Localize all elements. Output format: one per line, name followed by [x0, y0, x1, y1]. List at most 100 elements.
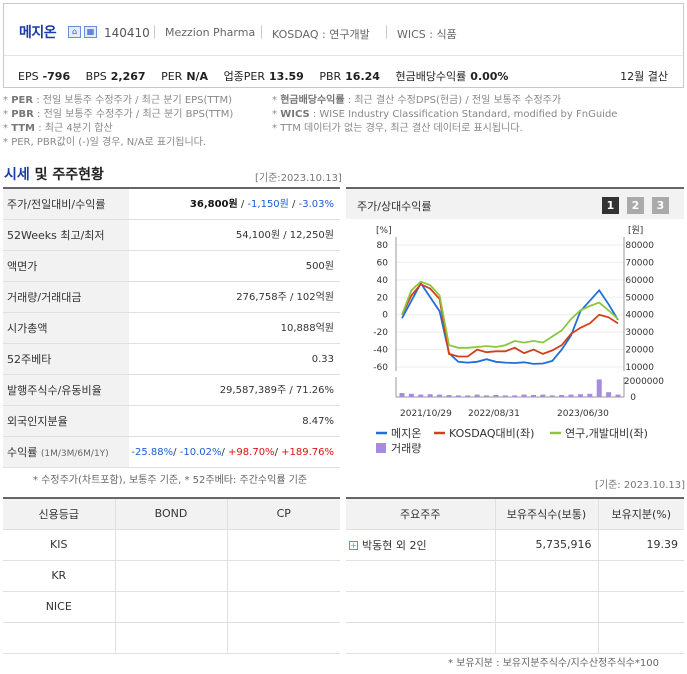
volume-bar [493, 395, 499, 397]
table-row: KR [3, 560, 340, 592]
table-row: 주가/전일대비/수익률 36,800원 / -1,150원 / -3.03% [3, 189, 340, 220]
notes-right: * 현금배당수익률 : 최근 결산 수정DPS(현금) / 전일 보통주 수정주… [272, 94, 617, 136]
per-label: PER [161, 70, 183, 83]
volume-bar [484, 395, 490, 397]
holders-footnote: * 보유지분 : 보유지분주식수/지수산정주식수*100 [448, 658, 659, 669]
bps-value: 2,267 [110, 70, 146, 83]
legend-label: KOSDAQ대비(좌) [449, 427, 534, 440]
current-price: 36,800원 [189, 199, 238, 210]
cp-cell [226, 591, 340, 623]
volume-bar [418, 394, 424, 397]
table-row [346, 560, 684, 592]
credit-rating-table: 신용등급 BOND CP KIS KR NICE [3, 497, 340, 654]
price-change-value: 36,800원 / -1,150원 / -3.03% [189, 199, 334, 210]
wics-info: WICS : 식품 [397, 28, 457, 41]
price-return-chart: [%] [원] 80 60 40 20 0 -20 -40 -60 80000 70000 60000 5… [373, 225, 664, 455]
row-value: 29,587,389주 / 71.26% [219, 385, 334, 396]
left-axis-unit: [%] [376, 226, 392, 236]
holder-shares: 5,735,916 [494, 529, 598, 561]
building-icon[interactable]: ▦ [84, 26, 97, 38]
series-line-price [401, 281, 619, 365]
note-line: * PER : 전일 보통주 수정주가 / 최근 분기 EPS(TTM) [3, 95, 232, 106]
note-text: : 전일 보통주 수정주가 / 최근 분기 EPS(TTM) [33, 95, 232, 106]
holder-name-cell[interactable]: + 박동현 외 2인 [346, 529, 495, 561]
row-value: 54,100원 / 12,250원 [235, 230, 334, 241]
note-key: PBR [11, 109, 34, 120]
per-value: N/A [186, 70, 209, 83]
note-line: * TTM 데이터가 없는 경우, 최근 결산 데이터로 표시됩니다. [272, 123, 523, 134]
empty-cell [597, 591, 684, 623]
chart-period-button-1[interactable]: 1 [602, 197, 619, 214]
table-header-row: 주요주주 보유주식수(보통) 보유지분(%) [346, 498, 684, 530]
row-label: 시가총액 [3, 313, 129, 343]
volume-bar [587, 393, 593, 397]
volume-tick-label: 0 [630, 393, 636, 403]
row-value: 0.33 [311, 354, 334, 365]
pbr-label: PBR [319, 70, 342, 83]
volume-bar [568, 394, 574, 397]
right-tick-label: 50000 [625, 293, 654, 303]
empty-cell [494, 622, 598, 654]
price-change: -1,150원 [247, 199, 289, 210]
volume-tick-label: 2000000 [624, 377, 664, 387]
home-icon[interactable]: ⌂ [68, 26, 81, 38]
volume-bar [465, 395, 471, 397]
left-tick-label: 0 [382, 311, 388, 321]
legend-label: 연구,개발대비(좌) [565, 427, 648, 440]
return-6m: +98.70% [228, 447, 275, 458]
dividend-label: 현금배당수익률 [395, 70, 467, 83]
volume-bar [446, 395, 452, 397]
note-key: WICS [280, 109, 310, 120]
row-label: 52주베타 [3, 344, 129, 374]
bond-cell [114, 622, 227, 654]
industry-per-label: 업종PER [223, 70, 266, 83]
section-title-highlight: 시세 [4, 167, 30, 183]
volume-bar [521, 394, 527, 397]
table-row: NICE [3, 591, 340, 623]
right-tick-label: 80000 [625, 241, 654, 251]
volume-bar [437, 394, 443, 397]
expand-plus-icon[interactable]: + [349, 541, 358, 550]
chart-period-button-3[interactable]: 3 [652, 197, 669, 214]
return-3m: -10.02% [179, 447, 222, 458]
table-row: 시가총액 10,888억원 [3, 313, 340, 344]
table-header-row: 신용등급 BOND CP [3, 498, 340, 530]
volume-bar [577, 394, 583, 397]
volume-bar [540, 394, 546, 397]
note-key: TTM [11, 123, 36, 134]
note-line: * 현금배당수익률 : 최근 결산 수정DPS(현금) / 전일 보통주 수정주… [272, 95, 562, 106]
separator [154, 25, 155, 39]
market-base-date: [기준:2023.10.13] [255, 173, 342, 184]
bond-cell [114, 560, 227, 592]
bond-cell [114, 529, 227, 561]
right-tick-label: 20000 [625, 346, 654, 356]
legend-label: 거래량 [391, 442, 421, 455]
left-tick-label: 80 [377, 241, 389, 251]
rating-agency: KIS [3, 529, 115, 561]
row-label: 발행주식수/유동비율 [3, 375, 129, 405]
dividend-value: 0.00% [470, 70, 509, 83]
note-text: TTM 데이터가 없는 경우, 최근 결산 데이터로 표시됩니다. [280, 123, 523, 134]
right-axis-unit: [원] [628, 225, 643, 236]
market-info: KOSDAQ : 연구개발 [272, 28, 370, 41]
right-tick-label: 40000 [625, 311, 654, 321]
left-tick-label: -20 [373, 328, 388, 338]
table-row: 52Weeks 최고/최저 54,100원 / 12,250원 [3, 220, 340, 251]
chart-period-button-2[interactable]: 2 [627, 197, 644, 214]
table-row [346, 591, 684, 623]
company-code: 140410 [104, 26, 150, 40]
empty-cell [346, 560, 495, 592]
returns-sublabel: (1M/3M/6M/1Y) [40, 449, 109, 459]
right-tick-label: 10000 [625, 363, 654, 373]
legend-label: 메지온 [391, 427, 421, 440]
return-1m: -25.88% [131, 447, 174, 458]
table-row: 발행주식수/유동비율 29,587,389주 / 71.26% [3, 375, 340, 406]
volume-bar [615, 394, 621, 397]
eps-value: -796 [42, 70, 71, 83]
note-text: : 전일 보통주 수정주가 / 최근 분기 BPS(TTM) [33, 109, 234, 120]
x-tick-label: 2021/10/29 [400, 409, 452, 419]
company-header: 메지온 ⌂ ▦ 140410 Mezzion Pharma KOSDAQ : 연… [3, 3, 684, 88]
returns-label: 수익률 [7, 446, 38, 459]
column-header: 신용등급 [3, 498, 115, 530]
row-value: 10,888억원 [280, 323, 334, 334]
